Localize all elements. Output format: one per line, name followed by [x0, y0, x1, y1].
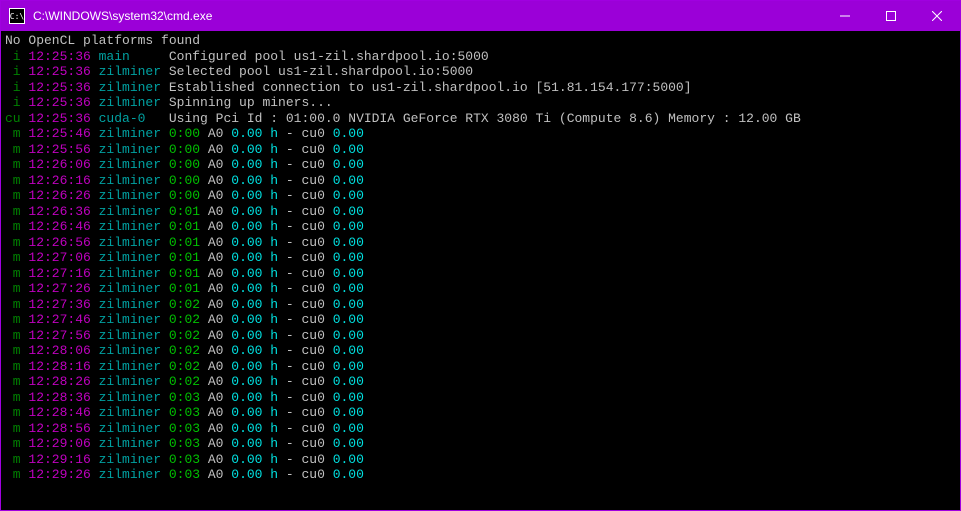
- titlebar[interactable]: C:\ C:\WINDOWS\system32\cmd.exe: [1, 1, 960, 31]
- log-line-miner-8: m 12:27:06 zilminer 0:01 A0 0.00 h - cu0…: [5, 250, 956, 266]
- log-line-miner-5: m 12:26:36 zilminer 0:01 A0 0.00 h - cu0…: [5, 204, 956, 220]
- log-line-miner-10: m 12:27:26 zilminer 0:01 A0 0.00 h - cu0…: [5, 281, 956, 297]
- window-title: C:\WINDOWS\system32\cmd.exe: [33, 9, 822, 23]
- cmd-window: C:\ C:\WINDOWS\system32\cmd.exe No OpenC…: [0, 0, 961, 511]
- log-line-intro: No OpenCL platforms found: [5, 33, 956, 49]
- cmd-icon: C:\: [9, 8, 25, 24]
- log-line-miner-9: m 12:27:16 zilminer 0:01 A0 0.00 h - cu0…: [5, 266, 956, 282]
- log-line-miner-17: m 12:28:36 zilminer 0:03 A0 0.00 h - cu0…: [5, 390, 956, 406]
- log-line-miner-20: m 12:29:06 zilminer 0:03 A0 0.00 h - cu0…: [5, 436, 956, 452]
- log-line-info-0: i 12:25:36 main Configured pool us1-zil.…: [5, 49, 956, 65]
- log-line-miner-15: m 12:28:16 zilminer 0:02 A0 0.00 h - cu0…: [5, 359, 956, 375]
- log-line-info-1: i 12:25:36 zilminer Selected pool us1-zi…: [5, 64, 956, 80]
- log-line-miner-3: m 12:26:16 zilminer 0:00 A0 0.00 h - cu0…: [5, 173, 956, 189]
- log-line-miner-7: m 12:26:56 zilminer 0:01 A0 0.00 h - cu0…: [5, 235, 956, 251]
- log-line-info-3: i 12:25:36 zilminer Spinning up miners..…: [5, 95, 956, 111]
- log-line-miner-2: m 12:26:06 zilminer 0:00 A0 0.00 h - cu0…: [5, 157, 956, 173]
- terminal-output[interactable]: No OpenCL platforms found i 12:25:36 mai…: [1, 31, 960, 510]
- close-button[interactable]: [914, 1, 960, 31]
- log-line-miner-11: m 12:27:36 zilminer 0:02 A0 0.00 h - cu0…: [5, 297, 956, 313]
- window-controls: [822, 1, 960, 31]
- maximize-button[interactable]: [868, 1, 914, 31]
- log-line-miner-14: m 12:28:06 zilminer 0:02 A0 0.00 h - cu0…: [5, 343, 956, 359]
- log-line-miner-22: m 12:29:26 zilminer 0:03 A0 0.00 h - cu0…: [5, 467, 956, 483]
- minimize-button[interactable]: [822, 1, 868, 31]
- log-line-miner-19: m 12:28:56 zilminer 0:03 A0 0.00 h - cu0…: [5, 421, 956, 437]
- log-line-miner-12: m 12:27:46 zilminer 0:02 A0 0.00 h - cu0…: [5, 312, 956, 328]
- log-line-miner-4: m 12:26:26 zilminer 0:00 A0 0.00 h - cu0…: [5, 188, 956, 204]
- log-line-miner-0: m 12:25:46 zilminer 0:00 A0 0.00 h - cu0…: [5, 126, 956, 142]
- log-line-cuda: cu 12:25:36 cuda-0 Using Pci Id : 01:00.…: [5, 111, 956, 127]
- log-line-miner-18: m 12:28:46 zilminer 0:03 A0 0.00 h - cu0…: [5, 405, 956, 421]
- log-line-miner-13: m 12:27:56 zilminer 0:02 A0 0.00 h - cu0…: [5, 328, 956, 344]
- log-line-miner-16: m 12:28:26 zilminer 0:02 A0 0.00 h - cu0…: [5, 374, 956, 390]
- log-line-info-2: i 12:25:36 zilminer Established connecti…: [5, 80, 956, 96]
- log-line-miner-1: m 12:25:56 zilminer 0:00 A0 0.00 h - cu0…: [5, 142, 956, 158]
- log-line-miner-21: m 12:29:16 zilminer 0:03 A0 0.00 h - cu0…: [5, 452, 956, 468]
- log-line-miner-6: m 12:26:46 zilminer 0:01 A0 0.00 h - cu0…: [5, 219, 956, 235]
